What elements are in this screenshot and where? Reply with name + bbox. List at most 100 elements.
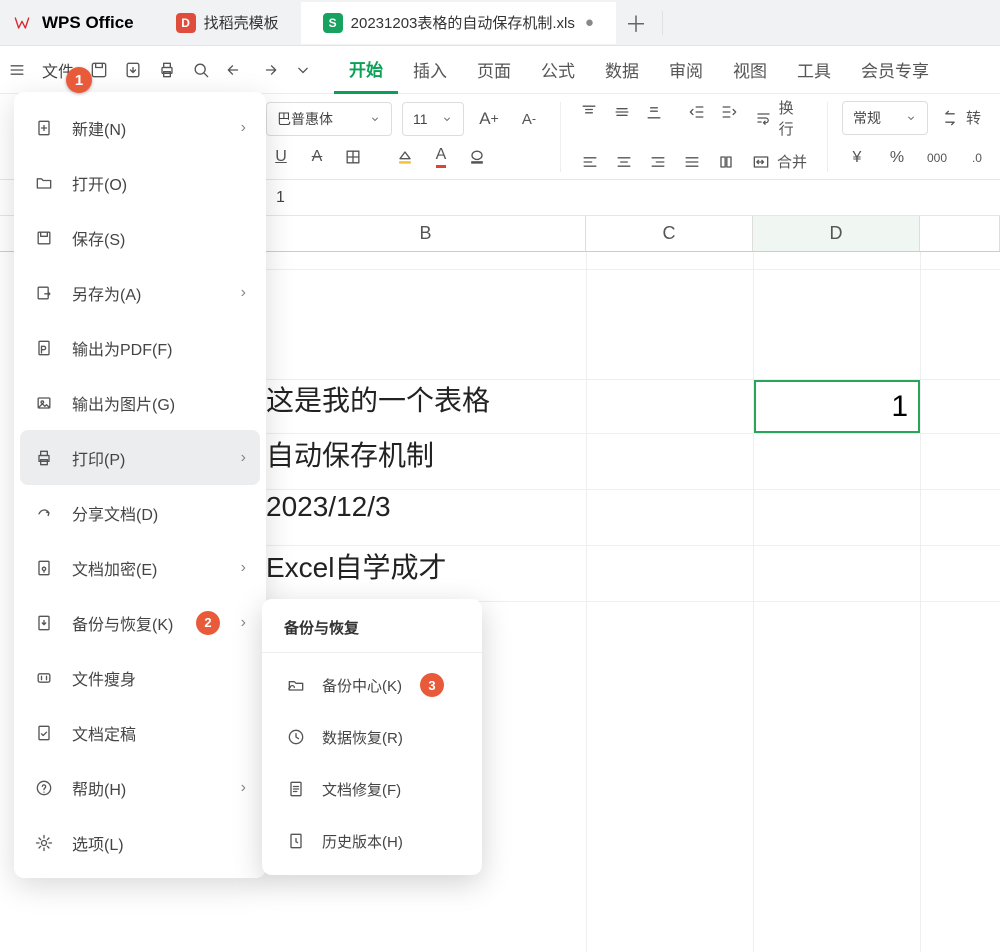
align-right-icon[interactable] bbox=[643, 147, 673, 177]
backup-icon bbox=[32, 611, 56, 635]
export-icon[interactable] bbox=[116, 46, 150, 94]
sheet-icon: S bbox=[323, 13, 343, 33]
print-icon[interactable] bbox=[150, 46, 184, 94]
menu-icon[interactable] bbox=[0, 46, 34, 94]
image-icon bbox=[32, 391, 56, 415]
increase-font-icon[interactable]: A+ bbox=[474, 104, 504, 134]
ribbon-tab-review[interactable]: 审阅 bbox=[654, 46, 718, 94]
tab-docer[interactable]: D 找稻壳模板 bbox=[154, 2, 301, 44]
divider bbox=[662, 11, 663, 35]
cell-text: Excel自学成才 bbox=[266, 546, 446, 586]
currency-icon[interactable]: ¥ bbox=[842, 143, 872, 173]
highlight-icon[interactable] bbox=[462, 142, 492, 172]
ribbon-tab-formula[interactable]: 公式 bbox=[526, 46, 590, 94]
print-preview-icon[interactable] bbox=[184, 46, 218, 94]
strike-icon[interactable]: A bbox=[302, 142, 332, 172]
chevron-right-icon: › bbox=[241, 779, 246, 797]
number-format-combo[interactable]: 常规 bbox=[842, 101, 928, 135]
chevron-right-icon: › bbox=[241, 449, 246, 467]
menu-slim[interactable]: 文件瘦身 bbox=[20, 650, 260, 705]
align-center-icon[interactable] bbox=[609, 147, 639, 177]
menu-finalize[interactable]: 文档定稿 bbox=[20, 705, 260, 760]
col-head-b[interactable]: B bbox=[266, 216, 586, 251]
font-name-combo[interactable]: 巴普惠体 bbox=[266, 102, 392, 136]
cell-text: 这是我的一个表格 bbox=[266, 379, 490, 419]
docer-icon: D bbox=[176, 13, 196, 33]
justify-icon[interactable] bbox=[677, 147, 707, 177]
annotation-badge-1: 1 bbox=[66, 67, 92, 93]
gear-icon bbox=[32, 831, 56, 855]
chevron-right-icon: › bbox=[241, 614, 246, 632]
ribbon-tab-data[interactable]: 数据 bbox=[590, 46, 654, 94]
font-size-combo[interactable]: 11 bbox=[402, 102, 464, 136]
lock-icon bbox=[32, 556, 56, 580]
ribbon-tab-insert[interactable]: 插入 bbox=[398, 46, 462, 94]
align-left-icon[interactable] bbox=[575, 147, 605, 177]
menu-label: 保存(S) bbox=[72, 226, 125, 250]
pdf-icon bbox=[32, 336, 56, 360]
menu-label: 文档加密(E) bbox=[72, 556, 157, 580]
decimal-icon[interactable]: .0 bbox=[962, 143, 992, 173]
menu-saveas[interactable]: 另存为(A) › bbox=[20, 265, 260, 320]
active-cell[interactable]: 1 bbox=[754, 380, 920, 433]
app-name: WPS Office bbox=[42, 13, 134, 33]
decrease-font-icon[interactable]: A- bbox=[514, 104, 544, 134]
ribbon-tab-tools[interactable]: 工具 bbox=[782, 46, 846, 94]
col-head-d[interactable]: D bbox=[753, 216, 920, 251]
col-head-c[interactable]: C bbox=[586, 216, 753, 251]
convert-button[interactable]: 转 bbox=[934, 101, 987, 135]
saveas-icon bbox=[32, 281, 56, 305]
border-icon[interactable] bbox=[338, 142, 368, 172]
font-color-icon[interactable]: A bbox=[426, 142, 456, 172]
fill-color-icon[interactable] bbox=[390, 142, 420, 172]
ribbon-tab-page[interactable]: 页面 bbox=[462, 46, 526, 94]
ribbon-tab-start[interactable]: 开始 bbox=[334, 46, 398, 94]
distribute-icon[interactable] bbox=[711, 147, 741, 177]
menu-share[interactable]: 分享文档(D) bbox=[20, 485, 260, 540]
merge-cells-button[interactable]: 合并 bbox=[745, 147, 813, 177]
font-size-value: 11 bbox=[413, 111, 428, 127]
printer-icon bbox=[32, 446, 56, 470]
app-logo-icon bbox=[8, 9, 36, 37]
submenu-history[interactable]: 历史版本(H) bbox=[262, 815, 482, 867]
menu-export-pdf[interactable]: 输出为PDF(F) bbox=[20, 320, 260, 375]
submenu-doc-repair[interactable]: 文档修复(F) bbox=[262, 763, 482, 815]
tab-spreadsheet[interactable]: S 20231203表格的自动保存机制.xls ● bbox=[301, 2, 616, 44]
percent-icon[interactable]: % bbox=[882, 143, 912, 173]
menu-save[interactable]: 保存(S) bbox=[20, 210, 260, 265]
menu-help[interactable]: 帮助(H) › bbox=[20, 760, 260, 815]
tab-label: 找稻壳模板 bbox=[204, 12, 279, 33]
submenu-label: 文档修复(F) bbox=[322, 779, 401, 800]
formula-input[interactable]: 1 bbox=[266, 189, 1000, 207]
title-bar: WPS Office D 找稻壳模板 S 20231203表格的自动保存机制.x… bbox=[0, 0, 1000, 46]
ribbon-tab-vip[interactable]: 会员专享 bbox=[846, 46, 944, 94]
annotation-badge-3: 3 bbox=[420, 673, 444, 697]
thousand-icon[interactable]: 000 bbox=[922, 143, 952, 173]
align-middle-icon[interactable] bbox=[608, 97, 637, 127]
redo-icon[interactable] bbox=[252, 46, 286, 94]
dropdown-toggle-icon[interactable] bbox=[286, 46, 320, 94]
menu-backup-restore[interactable]: 备份与恢复(K) 2 › bbox=[20, 595, 260, 650]
menu-new[interactable]: 新建(N) › bbox=[20, 100, 260, 155]
ribbon-tab-view[interactable]: 视图 bbox=[718, 46, 782, 94]
submenu-data-recover[interactable]: 数据恢复(R) bbox=[262, 711, 482, 763]
submenu-backup-center[interactable]: 备份中心(K) 3 bbox=[262, 659, 482, 711]
menu-options[interactable]: 选项(L) bbox=[20, 815, 260, 870]
undo-icon[interactable] bbox=[218, 46, 252, 94]
col-head-e[interactable] bbox=[920, 216, 1000, 251]
underline-icon[interactable]: U bbox=[266, 142, 296, 172]
indent-right-icon[interactable] bbox=[715, 97, 744, 127]
menu-print[interactable]: 打印(P) › bbox=[20, 430, 260, 485]
menu-export-image[interactable]: 输出为图片(G) bbox=[20, 375, 260, 430]
menu-open[interactable]: 打开(O) bbox=[20, 155, 260, 210]
wrap-text-button[interactable]: 换行 bbox=[748, 97, 813, 139]
rotate-label: 转 bbox=[966, 107, 981, 128]
menu-encrypt[interactable]: 文档加密(E) › bbox=[20, 540, 260, 595]
submenu-title: 备份与恢复 bbox=[262, 613, 482, 653]
align-bottom-icon[interactable] bbox=[640, 97, 669, 127]
indent-left-icon[interactable] bbox=[682, 97, 711, 127]
finalize-icon bbox=[32, 721, 56, 745]
menu-label: 输出为PDF(F) bbox=[72, 336, 172, 360]
tab-add-button[interactable]: ＋ bbox=[616, 7, 656, 39]
align-top-icon[interactable] bbox=[575, 97, 604, 127]
